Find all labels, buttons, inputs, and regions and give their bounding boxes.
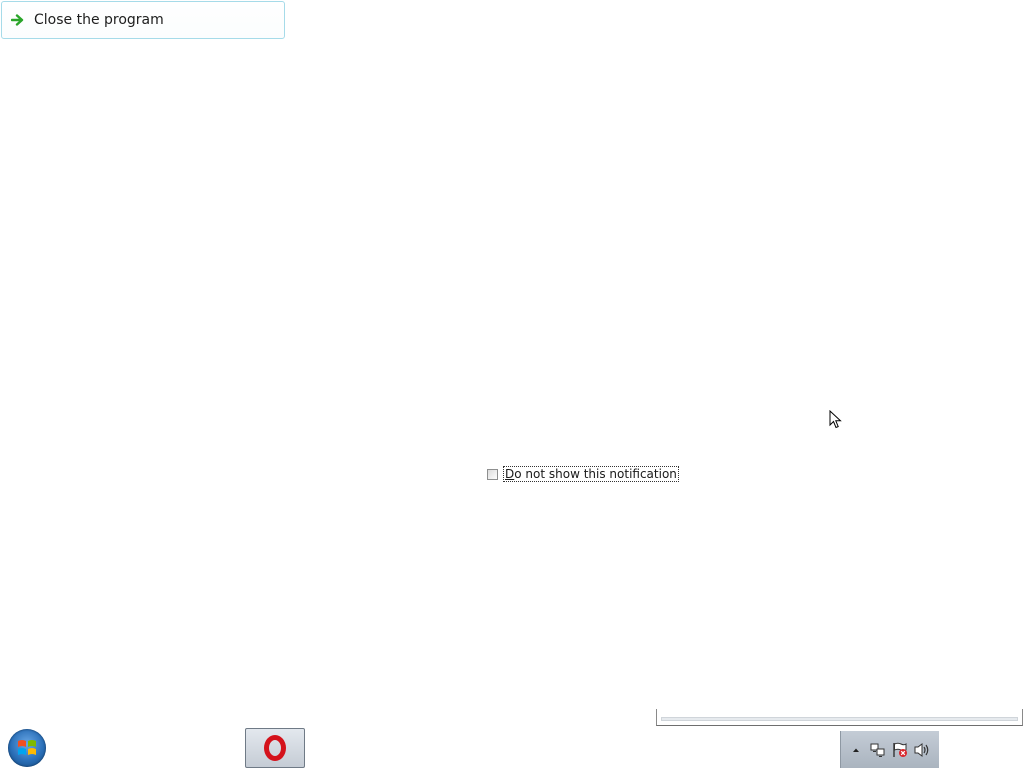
network-icon[interactable] [869,741,887,759]
window-frame-inner [661,717,1018,721]
do-not-show-notification-label: Do not show this notification [503,466,679,482]
opera-icon [264,735,286,761]
green-arrow-right-icon [10,12,26,28]
mouse-cursor-icon [829,410,842,429]
show-hidden-icons-chevron-icon[interactable] [847,741,865,759]
action-center-flag-icon[interactable] [891,741,909,759]
volume-icon[interactable] [913,741,931,759]
checkbox-box[interactable] [487,468,498,480]
desktop: Close the program Do not show this notif… [0,0,1024,768]
opera-taskbar-button[interactable] [245,728,305,768]
windows-start-orb-icon[interactable] [8,729,46,767]
close-program-command-link[interactable]: Close the program [1,1,285,39]
do-not-show-notification-checkbox[interactable]: Do not show this notification [487,465,679,483]
window-frame-remnant [656,709,1023,726]
close-program-label: Close the program [34,12,164,28]
system-tray [840,731,939,768]
